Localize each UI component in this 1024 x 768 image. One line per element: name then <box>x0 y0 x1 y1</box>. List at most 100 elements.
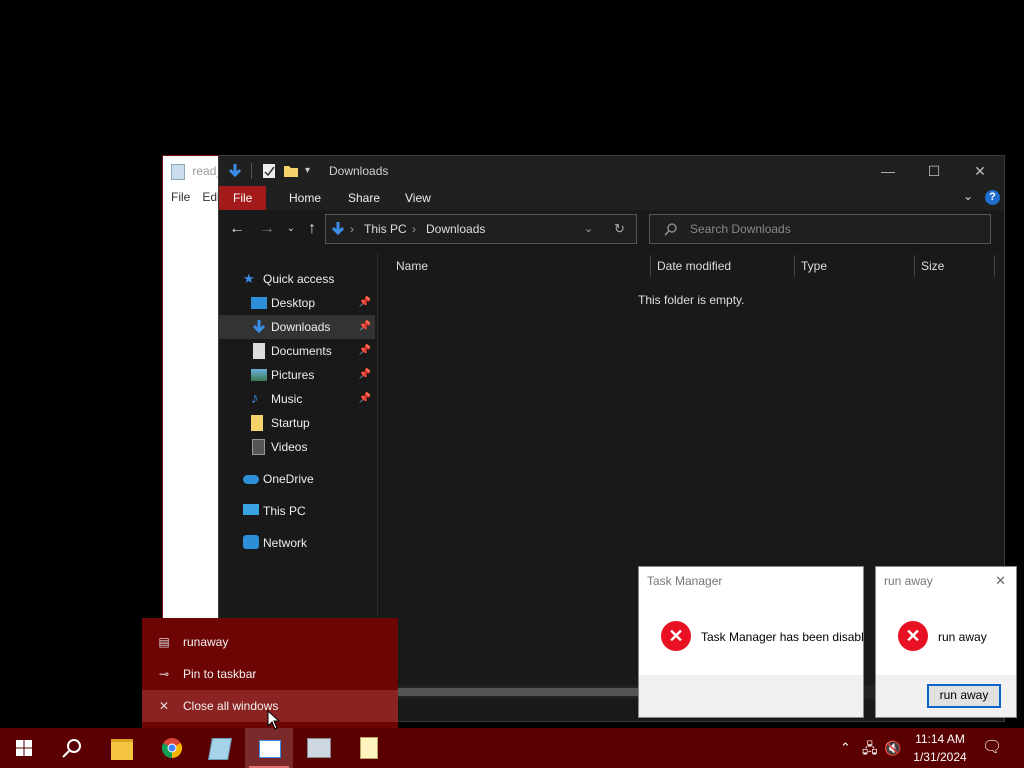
run-away-dialog[interactable]: run away ✕ ✕ run away run away <box>875 566 1017 718</box>
taskbar-notepad[interactable] <box>196 728 244 768</box>
new-folder-icon[interactable] <box>283 163 299 179</box>
column-divider[interactable] <box>794 255 795 277</box>
qat-dropdown-icon[interactable]: ▾ <box>305 163 321 179</box>
pin-icon[interactable]: 📌 <box>359 315 371 339</box>
nav-label: Startup <box>271 416 310 430</box>
column-divider[interactable] <box>994 255 995 277</box>
jumplist-item-pin[interactable]: ⊸ Pin to taskbar <box>142 658 398 690</box>
refresh-icon[interactable]: ↻ <box>614 215 625 243</box>
nav-network[interactable]: Network <box>219 531 375 555</box>
taskbar-control-panel[interactable] <box>294 728 342 768</box>
volume-muted-icon[interactable]: 🔇 <box>884 728 901 768</box>
pin-icon[interactable]: 📌 <box>359 291 371 315</box>
download-arrow-icon <box>252 320 266 334</box>
dialog-body: ✕ Task Manager has been disable <box>639 595 863 675</box>
close-icon[interactable]: ✕ <box>995 567 1006 595</box>
chevron-up-icon[interactable]: ⌃ <box>840 728 851 768</box>
pin-icon[interactable]: 📌 <box>359 363 371 387</box>
notepad-menubar: File Edi <box>163 186 223 208</box>
nav-quick-access[interactable]: ★ Quick access <box>219 267 375 291</box>
forward-arrow-icon[interactable]: → <box>257 219 277 239</box>
column-divider[interactable] <box>914 255 915 277</box>
jumplist-item-runaway[interactable]: ▤ runaway <box>142 626 398 658</box>
search-placeholder: Search Downloads <box>690 222 791 236</box>
tab-share[interactable]: Share <box>334 186 394 210</box>
help-icon[interactable]: ? <box>985 190 1000 205</box>
clock[interactable]: 11:14 AM 1/31/2024 <box>908 730 972 766</box>
explorer-titlebar[interactable]: ▾ Downloads — ☐ ✕ <box>219 156 1004 186</box>
nav-label: Videos <box>271 440 308 454</box>
nav-onedrive[interactable]: OneDrive <box>219 467 375 491</box>
task-manager-dialog[interactable]: Task Manager ✕ Task Manager has been dis… <box>638 566 864 718</box>
nav-this-pc[interactable]: This PC <box>219 499 375 523</box>
star-icon: ★ <box>243 271 255 286</box>
minimize-button[interactable]: — <box>865 156 911 186</box>
up-arrow-icon[interactable]: ↑ <box>302 219 322 239</box>
nav-label: Network <box>263 536 308 550</box>
pin-icon[interactable]: 📌 <box>359 339 371 363</box>
column-type[interactable]: Type <box>801 253 827 279</box>
dialog-title: Task Manager <box>647 574 723 588</box>
notification-icon[interactable]: 🗨 <box>982 728 1002 768</box>
network-icon[interactable]: 🖧 <box>862 728 878 768</box>
breadcrumb-downloads[interactable]: Downloads <box>426 215 485 243</box>
dialog-titlebar[interactable]: Task Manager <box>639 567 863 595</box>
download-arrow-icon <box>228 164 242 178</box>
documents-icon <box>253 343 265 359</box>
dialog-message: run away <box>938 630 987 644</box>
taskbar-notepad-file[interactable] <box>344 728 392 768</box>
tab-home[interactable]: Home <box>275 186 335 210</box>
back-arrow-icon[interactable]: ← <box>227 219 247 239</box>
cloud-icon <box>243 475 259 484</box>
nav-label: OneDrive <box>263 472 314 486</box>
notepad-file-icon <box>360 737 378 759</box>
jumplist-label: Pin to taskbar <box>183 667 257 681</box>
nav-desktop[interactable]: Desktop 📌 <box>219 291 375 315</box>
runaway-app-icon <box>259 740 281 758</box>
nav-music[interactable]: ♪ Music 📌 <box>219 387 375 411</box>
start-button[interactable] <box>0 728 48 768</box>
notepad-menu-file[interactable]: File <box>171 190 190 204</box>
music-icon: ♪ <box>251 390 259 407</box>
address-row: ← → ⌄ ↑ › This PC › Downloads ⌄ ↻ Search… <box>219 210 1004 248</box>
column-date-modified[interactable]: Date modified <box>657 253 731 279</box>
address-bar[interactable]: › This PC › Downloads ⌄ ↻ <box>325 214 637 244</box>
nav-downloads[interactable]: Downloads 📌 <box>219 315 375 339</box>
tab-file[interactable]: File <box>219 186 267 210</box>
taskbar-chrome[interactable] <box>148 728 196 768</box>
column-name[interactable]: Name <box>396 253 428 279</box>
file-explorer-icon <box>111 739 133 760</box>
notepad-window[interactable]: read_ File Edi <box>162 155 224 627</box>
nav-videos[interactable]: Videos <box>219 435 375 459</box>
dialog-titlebar[interactable]: run away ✕ <box>876 567 1016 595</box>
breadcrumb-this-pc[interactable]: This PC <box>364 215 407 243</box>
clock-date: 1/31/2024 <box>913 750 967 764</box>
address-dropdown-icon[interactable]: ⌄ <box>584 215 593 243</box>
nav-label: Music <box>271 392 303 406</box>
search-button[interactable] <box>48 728 96 768</box>
run-away-button[interactable]: run away <box>927 684 1001 708</box>
recent-locations-icon[interactable]: ⌄ <box>281 219 301 239</box>
control-panel-icon <box>307 738 331 758</box>
tab-view[interactable]: View <box>391 186 445 210</box>
desktop-icon <box>251 297 267 309</box>
taskbar-file-explorer[interactable] <box>98 728 146 768</box>
maximize-button[interactable]: ☐ <box>911 156 957 186</box>
dialog-body: ✕ run away <box>876 595 1016 675</box>
column-divider[interactable] <box>650 255 651 277</box>
close-icon: ✕ <box>158 699 170 713</box>
notepad-titlebar[interactable]: read_ <box>163 156 223 186</box>
search-box[interactable]: Search Downloads <box>649 214 991 244</box>
pin-icon: ⊸ <box>158 667 170 681</box>
nav-startup[interactable]: Startup <box>219 411 375 435</box>
pin-icon[interactable]: 📌 <box>359 387 371 411</box>
nav-documents[interactable]: Documents 📌 <box>219 339 375 363</box>
close-button[interactable]: ✕ <box>957 156 1003 186</box>
ribbon-expand-icon[interactable]: ⌄ <box>963 189 973 203</box>
properties-icon[interactable] <box>261 163 277 179</box>
taskbar-runaway[interactable] <box>245 728 293 768</box>
network-icon <box>243 535 259 549</box>
nav-pictures[interactable]: Pictures 📌 <box>219 363 375 387</box>
column-size[interactable]: Size <box>921 253 944 279</box>
empty-folder-message: This folder is empty. <box>638 293 745 307</box>
